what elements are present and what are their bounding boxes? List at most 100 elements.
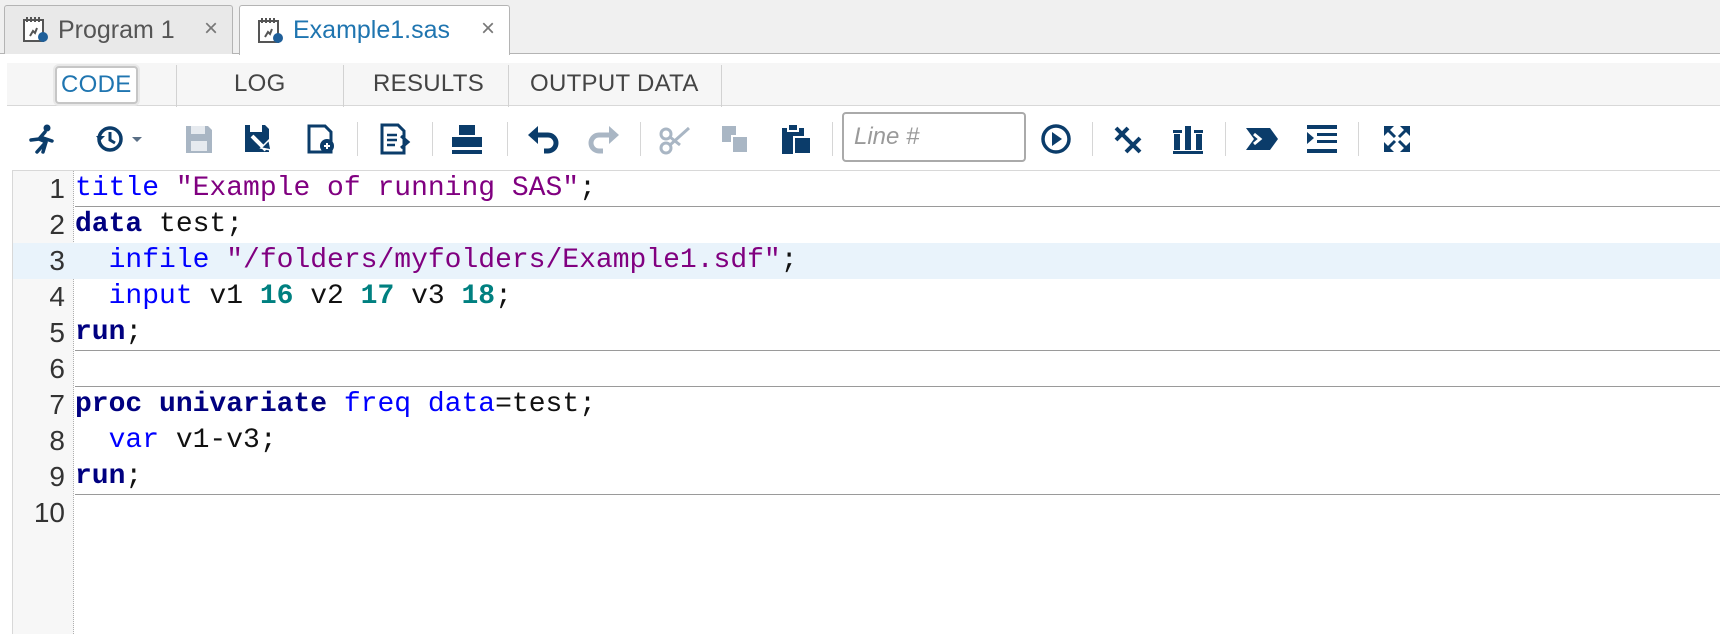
tab-divider	[343, 65, 344, 107]
code-token: "Example of running SAS"	[175, 173, 580, 204]
code-token: run	[75, 461, 126, 492]
code-token: ;	[125, 317, 143, 348]
code-text: run;	[75, 315, 142, 351]
toolbar-separator	[1358, 122, 1359, 156]
code-text: infile "/folders/myfolders/Example1.sdf"…	[75, 243, 798, 279]
step-divider	[75, 494, 1720, 495]
code-token: var	[75, 425, 160, 456]
toolbar-separator	[507, 122, 508, 156]
toolbar-separator	[1092, 122, 1093, 156]
code-token: infile	[75, 245, 227, 276]
paste-icon[interactable]	[777, 120, 815, 158]
code-line[interactable]: 8 var v1-v3;	[13, 423, 1720, 459]
code-token: ;	[125, 461, 143, 492]
format-icon[interactable]	[1169, 120, 1207, 158]
file-tab-label: Example1.sas	[293, 16, 451, 44]
snippet-icon[interactable]	[1243, 120, 1281, 158]
toolbar-separator	[832, 122, 833, 156]
code-text: data test;	[75, 207, 243, 243]
redo-icon[interactable]	[585, 120, 623, 158]
sas-program-icon	[256, 16, 286, 46]
file-tab-program-1[interactable]: Program 1 ×	[4, 5, 233, 54]
save-icon[interactable]	[180, 120, 218, 158]
line-number-input[interactable]	[842, 112, 1026, 162]
sas-program-icon	[21, 15, 51, 45]
tab-results[interactable]: RESULTS	[373, 65, 484, 103]
code-line[interactable]: 10	[13, 495, 1720, 531]
line-number: 1	[49, 173, 65, 204]
tab-divider	[721, 65, 722, 107]
split-icon[interactable]	[1303, 120, 1341, 158]
code-line[interactable]: 6	[13, 351, 1720, 387]
code-token: 18	[461, 281, 496, 312]
file-tab-label: Program 1	[58, 15, 175, 44]
line-number: 4	[49, 281, 65, 312]
toolbar-separator	[1225, 122, 1226, 156]
step-divider	[75, 206, 1720, 207]
cut-icon[interactable]	[656, 120, 694, 158]
code-token: ;	[579, 173, 596, 204]
code-token: input	[75, 281, 193, 312]
code-token: "/folders/myfolders/Example1.sdf"	[226, 245, 781, 276]
undo-icon[interactable]	[524, 120, 562, 158]
print-icon[interactable]	[448, 120, 486, 158]
code-token: data	[427, 389, 496, 420]
code-token: v2	[293, 281, 361, 312]
code-line[interactable]: 3 infile "/folders/myfolders/Example1.sd…	[13, 243, 1720, 279]
save-copy-icon[interactable]	[302, 120, 340, 158]
code-line[interactable]: 7 proc univariate freq data=test;	[13, 387, 1720, 423]
code-token: proc univariate	[75, 389, 328, 420]
code-token: ;	[495, 281, 512, 312]
file-tab-bar: Program 1 × Example1.sas ×	[0, 0, 1720, 55]
maximize-icon[interactable]	[1378, 120, 1416, 158]
code-text: proc univariate freq data=test;	[75, 387, 596, 423]
code-token: v3	[394, 281, 462, 312]
code-token: data	[75, 209, 143, 240]
code-token: title	[75, 173, 176, 204]
export-icon[interactable]	[376, 120, 414, 158]
history-icon[interactable]	[92, 120, 148, 158]
run-icon[interactable]	[24, 120, 62, 158]
line-number: 7	[49, 389, 65, 420]
tab-log[interactable]: LOG	[234, 65, 286, 103]
code-text: title "Example of running SAS";	[75, 171, 596, 207]
code-line[interactable]: 4 input v1 16 v2 17 v3 18;	[13, 279, 1720, 315]
editor-toolbar	[0, 108, 1720, 170]
code-token: freq	[343, 389, 412, 420]
line-number: 5	[49, 317, 65, 348]
code-line[interactable]: 9 run;	[13, 459, 1720, 495]
tab-code[interactable]: CODE	[55, 66, 138, 104]
line-number: 2	[49, 209, 65, 240]
copy-icon[interactable]	[716, 120, 754, 158]
tab-output-data[interactable]: OUTPUT DATA	[530, 65, 699, 103]
code-line[interactable]: 2 data test;	[13, 207, 1720, 243]
close-icon[interactable]: ×	[204, 17, 218, 41]
clear-icon[interactable]	[1110, 120, 1148, 158]
line-number: 3	[13, 243, 65, 279]
toolbar-separator	[432, 122, 433, 156]
step-divider	[75, 350, 1720, 351]
tab-divider	[508, 65, 509, 107]
code-token: run	[75, 317, 126, 348]
code-token: 16	[259, 281, 294, 312]
close-icon[interactable]: ×	[481, 17, 495, 41]
code-text: input v1 16 v2 17 v3 18;	[75, 279, 512, 315]
tab-divider	[176, 65, 177, 107]
save-as-icon[interactable]	[240, 120, 278, 158]
go-to-line-icon[interactable]	[1037, 120, 1075, 158]
code-token: ;	[780, 245, 798, 276]
code-token: 17	[360, 281, 395, 312]
code-text: var v1-v3;	[75, 423, 277, 459]
code-editor[interactable]: 1 title "Example of running SAS"; 2 data te…	[12, 170, 1720, 634]
file-tab-example1[interactable]: Example1.sas ×	[239, 5, 510, 55]
code-token: =test;	[495, 389, 596, 420]
code-line[interactable]: 1 title "Example of running SAS";	[13, 171, 1720, 207]
toolbar-separator	[357, 122, 358, 156]
view-tab-bar: CODE LOG RESULTS OUTPUT DATA	[0, 55, 1720, 107]
line-number: 8	[49, 425, 65, 456]
code-text: run;	[75, 459, 142, 495]
code-line[interactable]: 5 run;	[13, 315, 1720, 351]
code-token: v1	[192, 281, 260, 312]
